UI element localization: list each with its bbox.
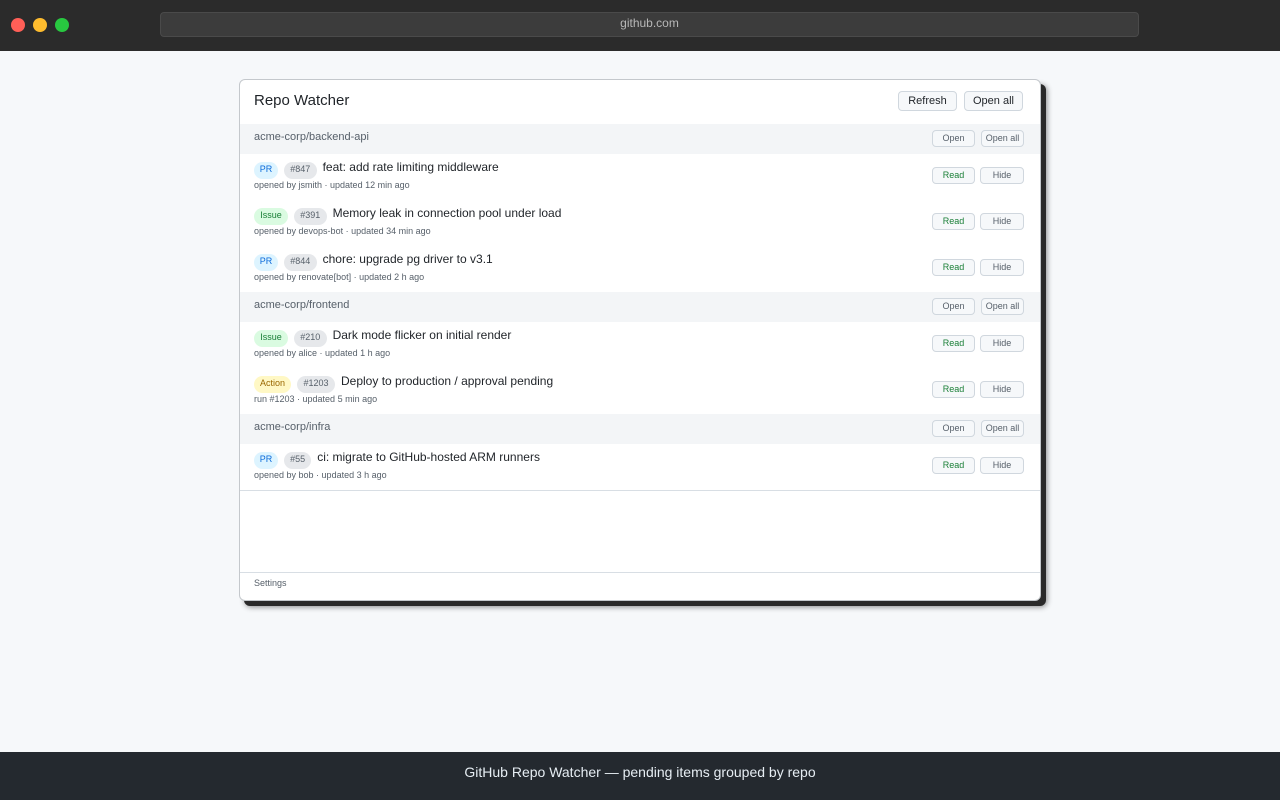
repo-watcher-popup: Repo Watcher Refresh Open all acme-corp/…	[239, 79, 1041, 601]
item-title-link[interactable]: Deploy to production / approval pending	[341, 374, 553, 388]
settings-link[interactable]: Settings	[254, 578, 287, 588]
item-meta: opened by jsmith · updated 12 min ago	[254, 180, 410, 190]
hide-button[interactable]: Hide	[980, 167, 1024, 184]
item-number-badge: #1203	[297, 376, 335, 393]
mark-read-button[interactable]: Read	[932, 167, 975, 184]
browser-toolbar: github.com	[0, 0, 1280, 51]
pending-item[interactable]: Issue #210 Dark mode flicker on initial re…	[240, 322, 1040, 368]
repo-group-header: acme-corp/infra Open Open all	[240, 414, 1040, 444]
caption-bar: GitHub Repo Watcher — pending items grou…	[0, 752, 1280, 800]
item-title-link[interactable]: chore: upgrade pg driver to v3.1	[323, 252, 493, 266]
minimize-window-button[interactable]	[33, 18, 47, 32]
item-meta: opened by renovate[bot] · updated 2 h ag…	[254, 272, 425, 282]
pending-item[interactable]: PR #55 ci: migrate to GitHub-hosted ARM ru…	[240, 444, 1040, 490]
hide-button[interactable]: Hide	[980, 259, 1024, 276]
pending-item[interactable]: PR #847 feat: add rate limiting middleware…	[240, 154, 1040, 200]
repo-name[interactable]: acme-corp/frontend	[254, 299, 349, 311]
open-repo-button[interactable]: Open	[932, 130, 975, 147]
mark-read-button[interactable]: Read	[932, 335, 975, 352]
item-type-badge: PR	[254, 452, 278, 469]
pending-item[interactable]: PR #844 chore: upgrade pg driver to v3.1 op…	[240, 246, 1040, 292]
item-type-badge: Issue	[254, 208, 288, 225]
refresh-button[interactable]: Refresh	[898, 91, 957, 111]
item-number-badge: #844	[284, 254, 317, 271]
repo-name[interactable]: acme-corp/infra	[254, 421, 330, 433]
repo-group-list: acme-corp/backend-api Open Open all PR #847 f…	[240, 124, 1040, 490]
item-title-link[interactable]: Memory leak in connection pool under loa…	[333, 206, 562, 220]
item-type-badge: Action	[254, 376, 291, 393]
open-all-button[interactable]: Open all	[964, 91, 1023, 111]
repo-group-header: acme-corp/backend-api Open Open all	[240, 124, 1040, 154]
item-meta: opened by devops-bot · updated 34 min ag…	[254, 226, 431, 236]
item-number-badge: #55	[284, 452, 312, 469]
item-number-badge: #847	[284, 162, 317, 179]
mark-read-button[interactable]: Read	[932, 259, 975, 276]
open-repo-button[interactable]: Open	[932, 420, 975, 437]
mark-read-button[interactable]: Read	[932, 381, 975, 398]
repo-name[interactable]: acme-corp/backend-api	[254, 131, 369, 143]
close-window-button[interactable]	[11, 18, 25, 32]
popup-footer: Settings	[240, 572, 1040, 600]
maximize-window-button[interactable]	[55, 18, 69, 32]
item-meta: run #1203 · updated 5 min ago	[254, 394, 378, 404]
open-all-repo-button[interactable]: Open all	[981, 298, 1024, 315]
pending-item[interactable]: Issue #391 Memory leak in connection pool …	[240, 200, 1040, 246]
hide-button[interactable]: Hide	[980, 457, 1024, 474]
open-all-repo-button[interactable]: Open all	[981, 130, 1024, 147]
item-type-badge: Issue	[254, 330, 288, 347]
item-meta: opened by alice · updated 1 h ago	[254, 348, 391, 358]
pending-item[interactable]: Action #1203 Deploy to production / approv…	[240, 368, 1040, 414]
item-title-link[interactable]: Dark mode flicker on initial render	[333, 328, 512, 342]
popup-title: Repo Watcher	[254, 92, 350, 109]
open-repo-button[interactable]: Open	[932, 298, 975, 315]
item-meta: opened by bob · updated 3 h ago	[254, 470, 387, 480]
list-divider	[240, 490, 1040, 491]
hide-button[interactable]: Hide	[980, 381, 1024, 398]
open-all-repo-button[interactable]: Open all	[981, 420, 1024, 437]
item-title-link[interactable]: feat: add rate limiting middleware	[323, 160, 499, 174]
mark-read-button[interactable]: Read	[932, 457, 975, 474]
mark-read-button[interactable]: Read	[932, 213, 975, 230]
address-bar[interactable]: github.com	[160, 12, 1139, 37]
item-number-badge: #210	[294, 330, 327, 347]
hide-button[interactable]: Hide	[980, 335, 1024, 352]
hide-button[interactable]: Hide	[980, 213, 1024, 230]
item-type-badge: PR	[254, 254, 278, 271]
item-type-badge: PR	[254, 162, 278, 179]
item-title-link[interactable]: ci: migrate to GitHub-hosted ARM runners	[317, 450, 540, 464]
repo-group-header: acme-corp/frontend Open Open all	[240, 292, 1040, 322]
popup-header: Repo Watcher Refresh Open all	[240, 80, 1040, 124]
item-number-badge: #391	[294, 208, 327, 225]
